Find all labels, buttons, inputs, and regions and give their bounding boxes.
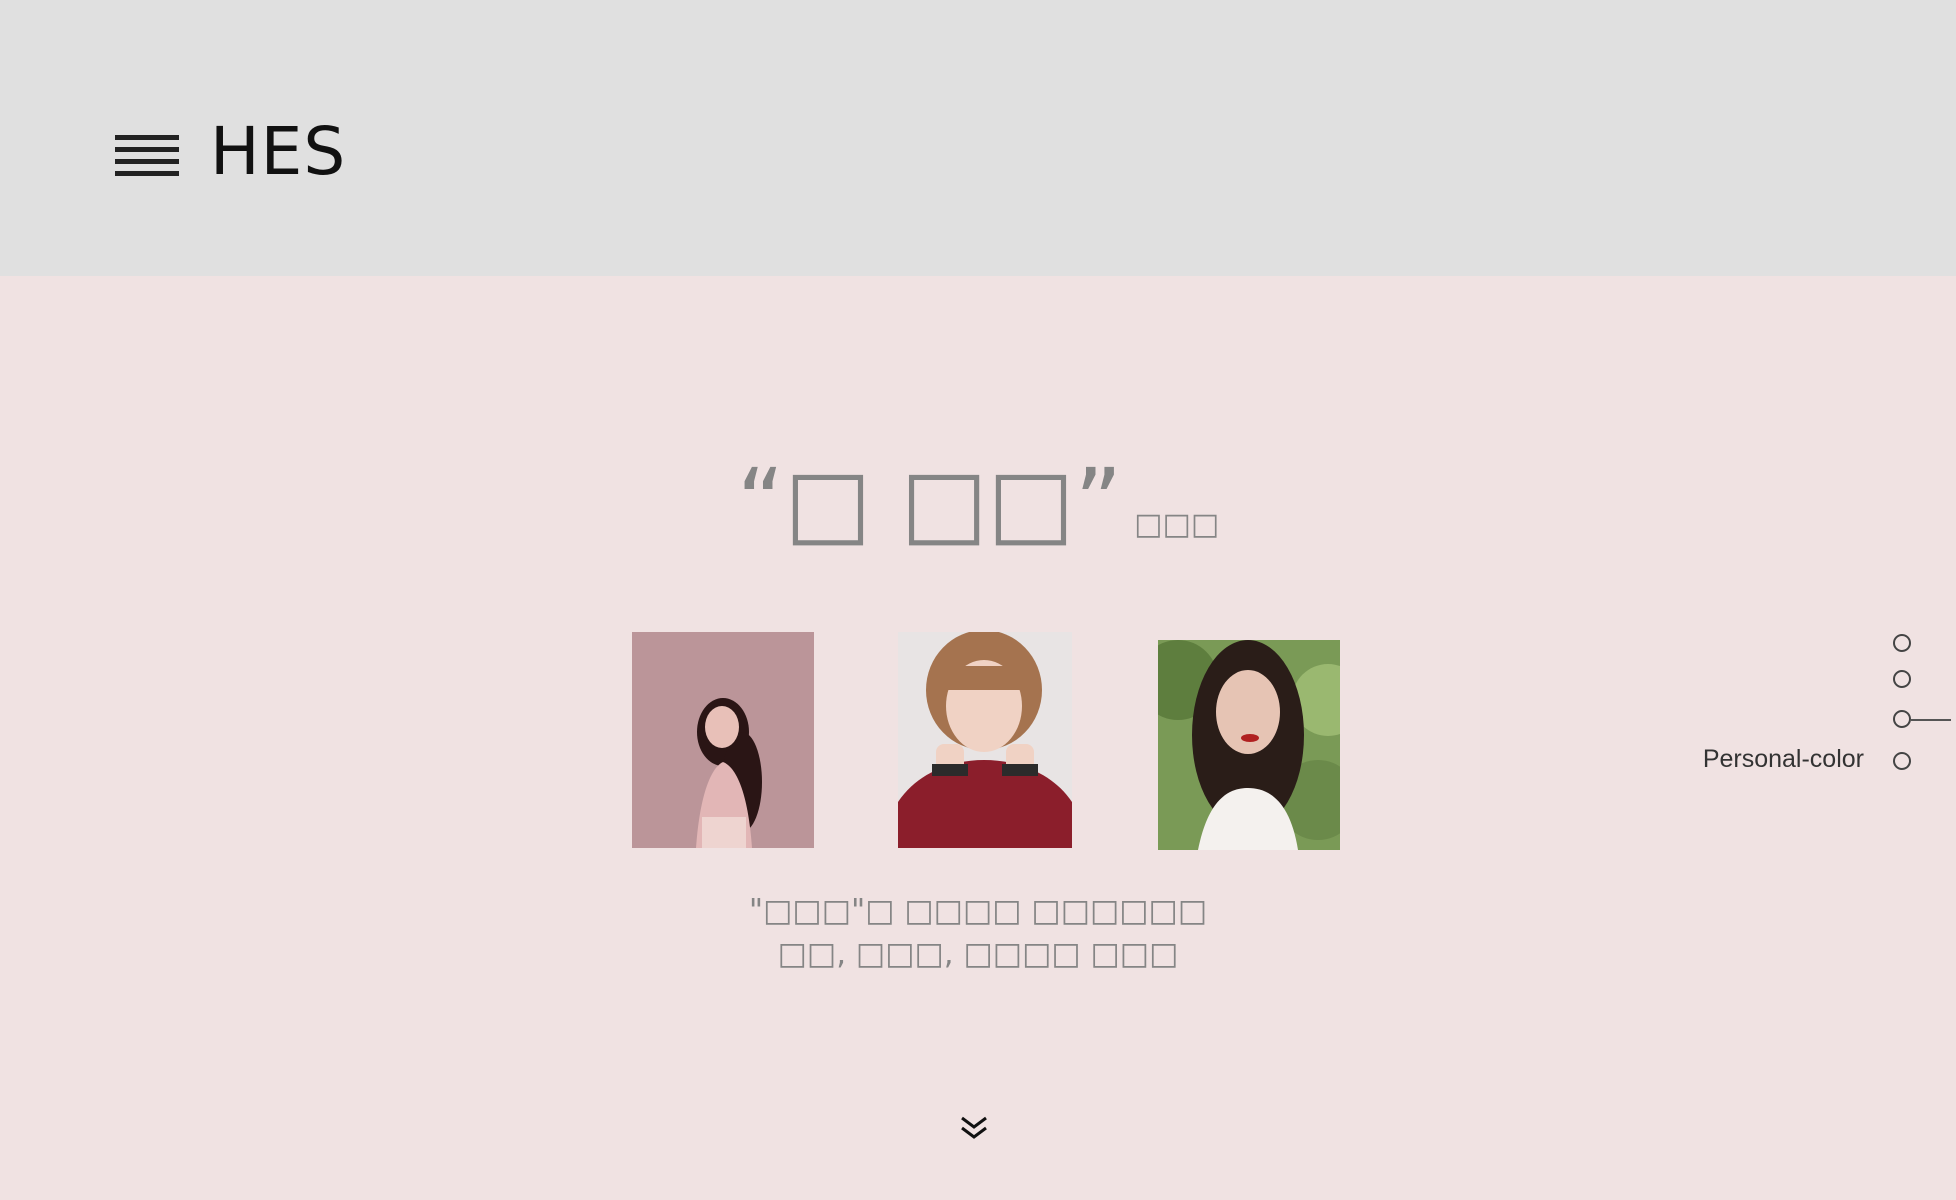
portrait-photo-3 bbox=[1158, 640, 1340, 850]
headline-sub: □□□ bbox=[1134, 507, 1220, 542]
section-dot-4[interactable] bbox=[1893, 752, 1911, 770]
section-dot-2[interactable] bbox=[1893, 670, 1911, 688]
portrait-photo-1 bbox=[632, 632, 814, 848]
brand-logo[interactable]: HES bbox=[210, 112, 346, 192]
headline-main: “□ □□” bbox=[736, 449, 1123, 556]
section-dot-1[interactable] bbox=[1893, 634, 1911, 652]
page: HES “□ □□” □□□ "□□□"□ □□□□ □□□□□□ □□, □□… bbox=[0, 0, 1956, 1200]
site-header: HES bbox=[0, 0, 1956, 276]
active-indicator-line bbox=[1911, 719, 1951, 721]
portrait-photo-2 bbox=[898, 632, 1072, 848]
double-chevron-down-icon[interactable] bbox=[957, 1112, 991, 1146]
hamburger-icon[interactable] bbox=[115, 135, 181, 176]
section-dot-3-active[interactable] bbox=[1893, 710, 1911, 728]
side-nav-label[interactable]: Personal-color bbox=[1640, 743, 1864, 775]
caption-line-1: "□□□"□ □□□□ □□□□□□ bbox=[748, 893, 1208, 929]
headline: “□ □□” □□□ bbox=[0, 448, 1956, 558]
caption: "□□□"□ □□□□ □□□□□□ □□, □□□, □□□□ □□□ bbox=[0, 890, 1956, 976]
caption-line-2: □□, □□□, □□□□ □□□ bbox=[777, 936, 1179, 972]
